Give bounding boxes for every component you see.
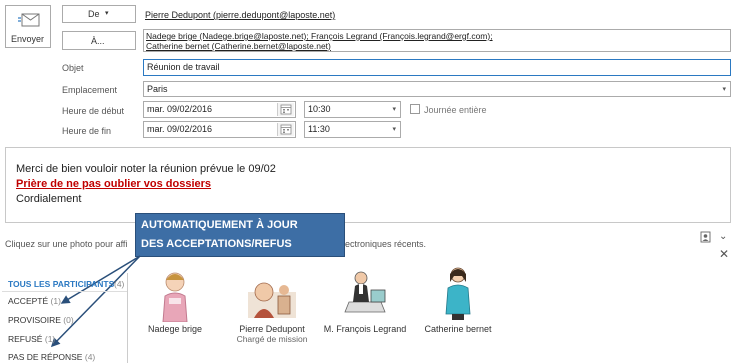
filter-accepted[interactable]: ACCEPTÉ (1) [8,296,61,306]
filter-label: ACCEPTÉ [8,296,49,306]
participant-name: Nadege brige [147,324,203,334]
participant-card[interactable]: Pierre Dedupont Chargé de mission [227,262,317,344]
participant-card[interactable]: Nadege brige [130,262,220,334]
filter-all-count: (4) [114,279,125,289]
avatar [162,272,188,323]
participant-name: M. François Legrand [323,324,407,334]
avatar [344,271,386,313]
filter-count: (0) [63,315,74,325]
filter-count: (1) [44,334,56,344]
filter-count: (4) [84,352,96,362]
participant-card[interactable]: M. François Legrand [320,262,410,334]
filter-no-response[interactable]: PAS DE RÉPONSE (4) [8,352,95,362]
filter-all-participants[interactable]: TOUS LES PARTICIPANTS (4) [2,275,127,292]
participant-role: Chargé de mission [236,334,308,344]
avatar [248,282,296,318]
participant-name: Catherine bernet [424,324,492,334]
filter-label: REFUSÉ [8,334,43,344]
avatar [445,267,471,320]
participant-name: Pierre Dedupont [239,324,305,334]
filter-label: PROVISOIRE [8,315,61,325]
filter-label: PAS DE RÉPONSE [8,352,83,362]
filter-all-label: TOUS LES PARTICIPANTS [8,279,115,289]
filter-declined[interactable]: REFUSÉ (1) [8,334,55,344]
filter-count: (1) [50,296,61,306]
filter-tentative[interactable]: PROVISOIRE (0) [8,315,74,325]
participant-card[interactable]: Catherine bernet [413,262,503,334]
